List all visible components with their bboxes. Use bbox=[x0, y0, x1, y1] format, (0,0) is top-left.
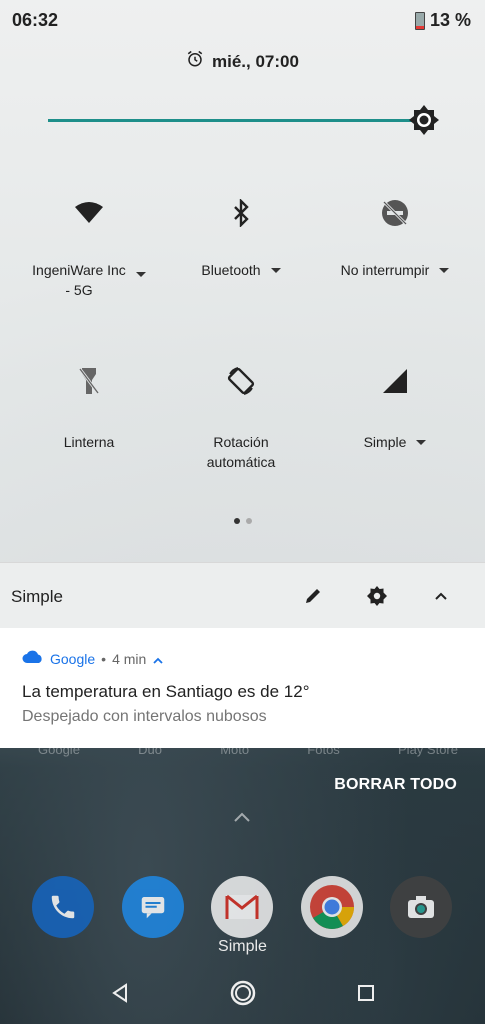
page-dot-active bbox=[233, 518, 240, 524]
tile-wifi-label: IngeniWare Inc bbox=[32, 262, 126, 278]
wifi-icon bbox=[14, 196, 164, 230]
tile-flashlight-label: Linterna bbox=[63, 434, 115, 450]
page-indicator bbox=[0, 518, 485, 524]
camera-icon[interactable] bbox=[390, 876, 452, 938]
brightness-icon[interactable] bbox=[408, 104, 440, 136]
gmail-icon[interactable] bbox=[211, 876, 273, 938]
tile-rotation-label-line2: automática bbox=[206, 454, 276, 470]
alarm-clock-icon bbox=[186, 50, 204, 73]
battery-icon bbox=[414, 11, 425, 30]
notification-time: 4 min bbox=[112, 650, 147, 667]
notification-body: Despejado con intervalos nubosos bbox=[22, 708, 267, 725]
tile-do-not-disturb[interactable]: No interrumpir bbox=[320, 196, 470, 280]
chevron-down-icon[interactable] bbox=[270, 268, 281, 273]
edit-icon[interactable] bbox=[298, 581, 328, 611]
alarm-time: mié., 07:00 bbox=[212, 51, 299, 71]
app-drawer-up-icon[interactable] bbox=[232, 810, 252, 829]
expand-chevron-up-icon[interactable] bbox=[152, 651, 164, 667]
recents-icon[interactable] bbox=[357, 984, 375, 1007]
notification-app-name: Google bbox=[50, 650, 96, 667]
status-time: 06:32 bbox=[12, 10, 59, 30]
clear-all-button[interactable]: BORRAR TODO bbox=[334, 776, 457, 794]
tile-bluetooth[interactable]: Bluetooth bbox=[166, 196, 316, 280]
auto-rotate-icon bbox=[166, 364, 316, 398]
weather-notification[interactable]: Google • 4 min La temperatura en Santiag… bbox=[0, 628, 485, 748]
tile-bluetooth-label: Bluetooth bbox=[201, 262, 261, 278]
tile-rotation-label: Rotación bbox=[213, 434, 269, 450]
home-icon[interactable] bbox=[229, 979, 257, 1012]
chevron-down-icon[interactable] bbox=[416, 440, 427, 445]
next-alarm[interactable]: mié., 07:00 bbox=[0, 50, 485, 73]
messages-icon[interactable] bbox=[121, 876, 184, 938]
tile-wifi[interactable]: IngeniWare Inc - 5G bbox=[14, 196, 164, 300]
do-not-disturb-off-icon bbox=[320, 196, 470, 230]
chevron-down-icon[interactable] bbox=[439, 268, 450, 273]
chevron-down-icon[interactable] bbox=[135, 272, 146, 277]
bluetooth-icon bbox=[166, 196, 316, 230]
back-icon[interactable] bbox=[110, 982, 130, 1008]
settings-gear-icon[interactable] bbox=[362, 581, 392, 611]
page-dot bbox=[245, 518, 252, 524]
brightness-slider[interactable] bbox=[48, 104, 448, 136]
tile-mobile-data-label: Simple bbox=[363, 434, 407, 450]
status-bar: 06:32 13 % bbox=[0, 0, 485, 40]
tile-dnd-label: No interrumpir bbox=[340, 262, 430, 278]
brightness-track[interactable] bbox=[48, 119, 420, 122]
app-dock bbox=[32, 876, 452, 938]
quick-settings-panel bbox=[0, 0, 485, 628]
notification-separator: • bbox=[101, 650, 107, 667]
tile-wifi-label-line2: - 5G bbox=[65, 282, 93, 298]
dock-label: Simple bbox=[218, 938, 267, 955]
quick-settings-footer: Simple bbox=[0, 562, 485, 629]
collapse-chevron-up-icon[interactable] bbox=[426, 581, 456, 611]
tile-mobile-data[interactable]: Simple bbox=[320, 364, 470, 452]
tile-auto-rotate[interactable]: Rotación automática bbox=[166, 364, 316, 472]
battery-percent: 13 % bbox=[429, 10, 471, 30]
notification-header: Google • 4 min bbox=[22, 650, 164, 667]
cloud-icon bbox=[22, 650, 44, 667]
phone-icon[interactable] bbox=[32, 876, 94, 938]
notification-title: La temperatura en Santiago es de 12° bbox=[22, 682, 310, 701]
chrome-icon[interactable] bbox=[300, 876, 363, 938]
flashlight-off-icon bbox=[14, 364, 164, 398]
battery-indicator: 13 % bbox=[414, 10, 471, 31]
cell-signal-icon bbox=[320, 364, 470, 398]
navigation-bar bbox=[0, 966, 485, 1024]
tile-flashlight[interactable]: Linterna bbox=[14, 364, 164, 452]
carrier-label: Simple bbox=[11, 587, 63, 606]
